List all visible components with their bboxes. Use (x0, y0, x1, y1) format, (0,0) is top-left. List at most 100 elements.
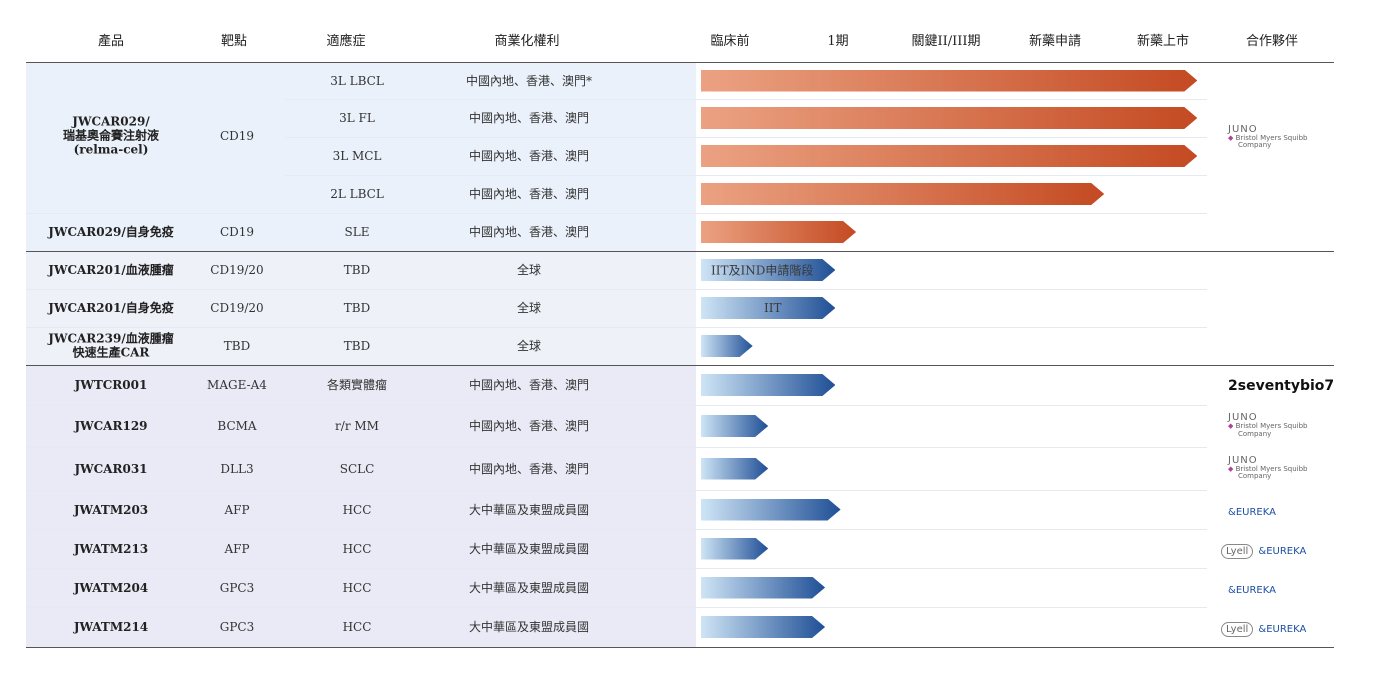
rights-cell: 大中華區及東盟成員國 (468, 619, 590, 634)
product-name: JWCAR239/血液腫瘤 快速生產CAR (48, 331, 174, 360)
indication-cell: TBD (343, 338, 371, 353)
rights-cell: 全球 (516, 338, 542, 353)
target-cell: DLL3 (220, 461, 254, 476)
row-divider (26, 490, 1207, 491)
indication-cell: HCC (342, 502, 372, 517)
rights-cell: 大中華區及東盟成員國 (468, 502, 590, 517)
rights-cell: 大中華區及東盟成員國 (468, 580, 590, 595)
target-cell: BCMA (217, 418, 257, 433)
product-name: JWCAR029/自身免疫 (48, 224, 174, 239)
indication-cell: SLE (344, 224, 370, 239)
bottom-rule (26, 647, 1334, 648)
rights-cell: 中國內地、香港、澳門 (468, 377, 590, 392)
eureka-logo: EUREKA (1266, 624, 1307, 635)
logo-mark: 7 (1324, 378, 1335, 394)
bar-stage-label: IIT及IND申請階段 (711, 263, 814, 278)
eureka-mark-icon: & (1228, 584, 1236, 596)
product-name: JWATM214 (73, 619, 149, 634)
header-rights: 商業化權利 (494, 34, 560, 49)
header-indication: 適應症 (326, 34, 366, 49)
product-name: JWATM213 (73, 541, 149, 556)
bms-mark-icon: ◆ (1228, 422, 1236, 430)
row-divider (285, 137, 1207, 138)
target-cell: CD19/20 (210, 262, 264, 277)
partner-logo: JUNO ◆ Bristol Myers Squibb Company (1228, 412, 1328, 438)
rights-cell: 中國內地、香港、澳門 (468, 461, 590, 476)
indication-cell: r/r MM (335, 418, 379, 433)
indication-cell: 3L FL (339, 110, 375, 125)
eureka-mark-icon: & (1228, 506, 1236, 518)
header-pivotal: 關鍵II/III期 (911, 34, 981, 49)
target-cell: GPC3 (219, 619, 255, 634)
pipeline-bar (701, 107, 1197, 129)
indication-cell: 2L LBCL (330, 186, 384, 201)
target-cell: TBD (223, 338, 251, 353)
target-cd19-group: CD19 (219, 128, 255, 143)
bms-subtitle: Company (1238, 141, 1272, 150)
pipeline-bar (701, 183, 1104, 205)
row-divider (26, 289, 1207, 290)
rights-cell: 全球 (516, 262, 542, 277)
header-product: 產品 (97, 34, 125, 49)
rights-cell: 中國內地、香港、澳門 (468, 186, 590, 201)
partner-logo: Lyell &EUREKA (1221, 539, 1321, 559)
bms-logo: ◆ Bristol Myers Squibb Company (1228, 133, 1328, 150)
lyell-logo: Lyell (1221, 622, 1254, 637)
pipeline-bar (701, 221, 856, 243)
header-phase1: 1期 (827, 34, 849, 49)
bms-mark-icon: ◆ (1228, 133, 1236, 142)
indication-cell: 3L MCL (332, 148, 382, 163)
pipeline-bar (701, 70, 1197, 92)
2seventy-logo: 2seventybio (1228, 378, 1325, 394)
target-cell: MAGE-A4 (207, 377, 267, 392)
partner-logo: &EUREKA (1228, 500, 1328, 519)
product-name: JWATM204 (73, 580, 149, 595)
row-divider (26, 405, 1207, 406)
row-divider (26, 447, 1207, 448)
header-rule (26, 62, 1334, 63)
bms-subtitle: Company (1238, 472, 1272, 481)
pipeline-bar (701, 458, 768, 480)
target-cell: CD19/20 (210, 300, 264, 315)
header-preclinical: 臨床前 (710, 34, 750, 49)
pipeline-bar (701, 374, 835, 396)
pipeline-bar (701, 145, 1197, 167)
pipeline-bar (701, 616, 825, 638)
partner-logo: JUNO ◆ Bristol Myers Squibb Company (1228, 455, 1328, 481)
indication-cell: 各類實體瘤 (326, 377, 388, 392)
rights-cell: 中國內地、香港、澳門* (465, 73, 593, 88)
target-cell: AFP (224, 502, 250, 517)
header-nda: 新藥申請 (1028, 34, 1082, 49)
rights-cell: 中國內地、香港、澳門 (468, 110, 590, 125)
product-name: JWATM203 (73, 502, 149, 517)
section-rule (26, 251, 1334, 252)
bms-name: Bristol Myers Squibb (1235, 422, 1308, 430)
product-name: JWCAR201/自身免疫 (48, 300, 174, 315)
partner-logo: JUNO ◆ Bristol Myers Squibb Company (1228, 124, 1328, 150)
partner-logo: Lyell &EUREKA (1221, 617, 1321, 637)
eureka-logo: EUREKA (1235, 506, 1276, 518)
pipeline-bar (701, 577, 825, 599)
product-name: JWCAR031 (74, 461, 148, 476)
pipeline-chart: 產品 靶點 適應症 商業化權利 臨床前 1期 關鍵II/III期 新藥申請 新藥… (0, 0, 1400, 673)
bms-logo: ◆ Bristol Myers Squibb Company (1228, 465, 1328, 481)
pipeline-bar (701, 499, 841, 521)
target-cell: GPC3 (219, 580, 255, 595)
product-name: JWCAR129 (74, 418, 148, 433)
indication-cell: HCC (342, 580, 372, 595)
header-target: 靶點 (220, 34, 248, 49)
indication-cell: HCC (342, 619, 372, 634)
partner-logo: &EUREKA (1228, 578, 1328, 597)
pipeline-bar (701, 415, 768, 437)
eureka-logo: EUREKA (1235, 584, 1276, 596)
eureka-logo: EUREKA (1266, 545, 1307, 557)
bar-stage-label: IIT (764, 301, 782, 315)
row-divider (26, 607, 1207, 608)
bms-logo: ◆ Bristol Myers Squibb Company (1228, 422, 1328, 438)
indication-cell: TBD (343, 262, 371, 277)
partner-logo: 2seventybio7 (1228, 375, 1334, 394)
rights-cell: 中國內地、香港、澳門 (468, 224, 590, 239)
target-cell: AFP (224, 541, 250, 556)
rights-cell: 中國內地、香港、澳門 (468, 418, 590, 433)
indication-cell: TBD (343, 300, 371, 315)
